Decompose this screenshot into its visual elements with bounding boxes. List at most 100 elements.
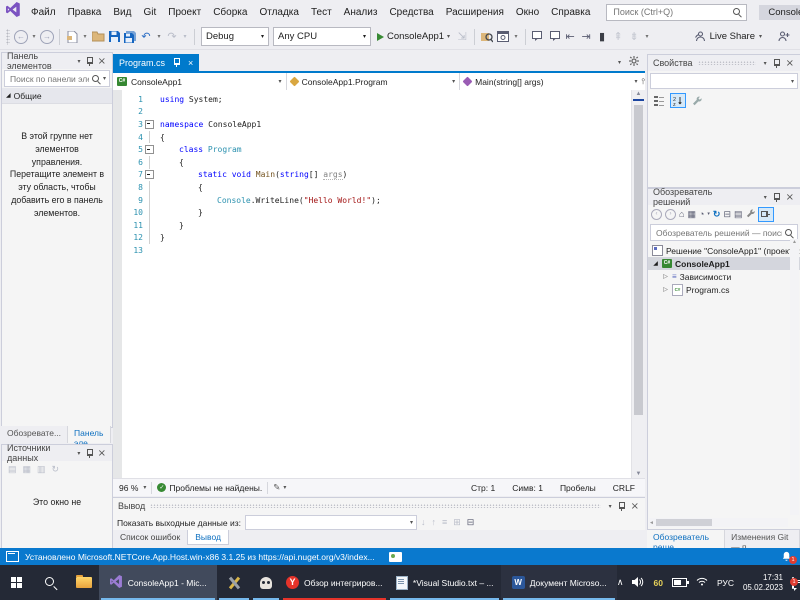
project-dropdown[interactable]: ConsoleApp1▾ <box>113 73 287 90</box>
menu-build[interactable]: Сборка <box>207 7 253 18</box>
toolbox-search-box[interactable]: ▾ <box>4 70 110 87</box>
tab-error-list[interactable]: Список ошибок <box>113 530 187 544</box>
solution-configurations-combo[interactable]: Debug ▾ <box>201 27 269 46</box>
wifi-icon[interactable] <box>696 577 708 588</box>
quick-search-input[interactable] <box>611 6 733 18</box>
clock[interactable]: 17:31 05.02.2023 <box>743 573 783 593</box>
taskbar-notepad[interactable]: *Visual Studio.txt – ... <box>388 565 501 600</box>
properties-wrench-icon[interactable] <box>746 209 755 220</box>
tree-item-dependencies[interactable]: ▷ ≡ Зависимости <box>648 270 800 283</box>
taskbar-word[interactable]: Документ Microso... <box>501 565 617 600</box>
tree-item-program-cs[interactable]: ▷ Program.cs <box>648 283 800 296</box>
solution-horizontal-scrollbar[interactable]: ◄ <box>649 518 788 527</box>
start-debugging-button[interactable]: ConsoleApp1 ▾ <box>377 31 450 42</box>
tab-program-cs[interactable]: Program.cs × <box>113 54 200 71</box>
start-button[interactable] <box>0 565 34 600</box>
tab-output[interactable]: Вывод <box>187 530 229 545</box>
hot-reload-button[interactable]: ⇲ <box>455 28 469 46</box>
expander-icon[interactable]: ◢ <box>652 260 659 267</box>
configure-data-source-icon[interactable]: ▥ <box>37 464 46 475</box>
code-window-dropdown[interactable]: ▾ <box>512 28 520 46</box>
increase-indent-button[interactable]: ⇥ <box>579 28 593 46</box>
quick-search-box[interactable] <box>606 3 748 21</box>
menu-window[interactable]: Окно <box>510 7 545 18</box>
pin-icon[interactable] <box>773 192 780 202</box>
word-wrap-icon[interactable]: ⊞ <box>453 517 461 528</box>
taskbar-yandex-browser[interactable]: Обзор интегриров... <box>281 565 388 600</box>
toolbar-grip[interactable] <box>6 28 10 45</box>
comment-button[interactable] <box>531 28 545 46</box>
tab-solution-explorer-left[interactable]: Обозревате... <box>1 426 69 443</box>
battery-icon[interactable] <box>671 578 689 587</box>
add-data-source-icon[interactable]: ▤ <box>8 464 17 475</box>
language-indicator[interactable]: РУС <box>717 578 734 588</box>
properties-menu-dropdown[interactable]: ▾ <box>761 60 770 67</box>
active-files-dropdown[interactable]: ▾ <box>618 59 621 66</box>
redo-dropdown[interactable]: ▾ <box>181 28 189 46</box>
scroll-up-icon[interactable]: ▲ <box>636 91 642 97</box>
solution-vertical-scrollbar[interactable]: ▲ <box>790 239 799 515</box>
edit-data-source-icon[interactable]: ▦ <box>23 464 32 475</box>
navigate-forward-button[interactable]: → <box>40 28 54 46</box>
solution-search-box[interactable] <box>650 224 798 241</box>
wrench-icon[interactable] <box>690 94 704 107</box>
suggestions-dropdown[interactable]: ▾ <box>283 484 286 491</box>
close-icon[interactable]: × <box>95 448 109 459</box>
back-icon[interactable]: ‹ <box>651 208 662 220</box>
breakpoint-margin[interactable] <box>113 90 122 478</box>
decrease-indent-button[interactable]: ⇤ <box>563 28 577 46</box>
feedback-icon[interactable] <box>778 31 790 42</box>
file-explorer-button[interactable] <box>68 565 100 600</box>
collapse-all-icon[interactable]: ⊟ <box>723 209 731 220</box>
categorized-icon[interactable] <box>652 94 666 107</box>
output-window-icon[interactable] <box>6 551 19 562</box>
tray-expand-icon[interactable]: ∧ <box>617 577 624 588</box>
properties-grip[interactable] <box>697 61 756 65</box>
undo-button[interactable]: ↶ <box>139 28 153 46</box>
find-in-files-button[interactable] <box>480 28 494 46</box>
notifications-bell-button[interactable]: 1 <box>781 551 797 564</box>
refresh-icon[interactable]: ↻ <box>713 209 721 220</box>
navigate-backward-button[interactable]: ← <box>14 28 28 46</box>
problems-status[interactable]: Проблемы не найдены. <box>169 483 262 493</box>
pin-icon[interactable] <box>86 56 94 66</box>
action-center-button[interactable]: 1 <box>790 576 799 589</box>
spaces-indicator[interactable]: Пробелы <box>560 483 596 493</box>
suggestions-icon[interactable]: ✎ <box>273 482 280 493</box>
menu-debug[interactable]: Отладка <box>253 7 305 18</box>
toolbox-search-input[interactable] <box>8 72 91 85</box>
code-lines[interactable]: 1 using System; 2 3 namespace ConsoleApp1 4{5… <box>122 90 631 478</box>
bookmark-button[interactable]: ▮ <box>595 28 609 46</box>
prev-message-icon[interactable]: ↑ <box>431 517 436 528</box>
forward-icon[interactable]: › <box>665 208 676 220</box>
type-dropdown[interactable]: ConsoleApp1.Program ▾ <box>287 73 461 90</box>
gear-icon[interactable] <box>629 53 639 71</box>
refresh-icon[interactable]: ↻ <box>52 464 60 475</box>
solution-explorer-menu-dropdown[interactable]: ▾ <box>761 194 770 201</box>
pin-icon[interactable] <box>773 58 780 68</box>
new-project-dropdown[interactable]: ▾ <box>81 28 89 46</box>
output-source-combo[interactable]: ▾ <box>244 515 417 530</box>
bookmark-dropdown[interactable]: ▾ <box>643 28 651 46</box>
menu-project[interactable]: Проект <box>162 7 207 18</box>
uncomment-button[interactable] <box>547 28 561 46</box>
toolbox-group-general[interactable]: ◢ Общие <box>2 88 112 104</box>
keep-open-pin-icon[interactable] <box>757 206 774 222</box>
zoom-dropdown[interactable]: 96 % ▾ <box>113 483 146 493</box>
editor-vertical-scrollbar[interactable]: ▲ ▼ <box>631 90 645 478</box>
eol-indicator[interactable]: CRLF <box>613 483 635 493</box>
redo-button[interactable]: ↷ <box>165 28 179 46</box>
menu-test[interactable]: Тест <box>305 7 338 18</box>
titlebar-project-badge[interactable]: ConsoleApp1 <box>759 4 800 20</box>
close-icon[interactable]: × <box>628 501 642 512</box>
show-all-files-icon[interactable]: ▤ <box>734 209 743 220</box>
taskbar-tools-app[interactable] <box>217 565 251 600</box>
prev-bookmark-button[interactable]: ⇞ <box>611 28 625 46</box>
volume-icon[interactable] <box>632 576 644 589</box>
menu-extensions[interactable]: Расширения <box>440 7 510 18</box>
menu-edit[interactable]: Правка <box>62 7 108 18</box>
clear-all-icon[interactable]: ≡ <box>442 517 447 528</box>
scroll-down-icon[interactable]: ▼ <box>636 471 642 477</box>
menu-view[interactable]: Вид <box>107 7 137 18</box>
member-dropdown[interactable]: Main(string[] args) ▾ <box>460 73 641 90</box>
